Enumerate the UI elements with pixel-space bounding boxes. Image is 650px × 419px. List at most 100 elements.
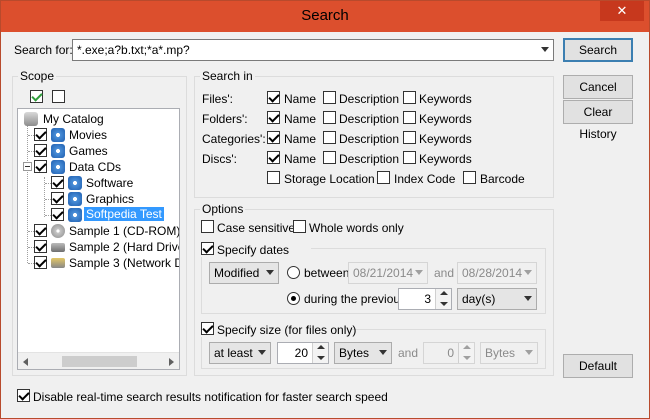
tree-horizontal-scrollbar[interactable] xyxy=(18,352,179,369)
size-max-spinner[interactable]: 0 xyxy=(423,342,475,364)
size-min-unit-select[interactable]: Bytes xyxy=(334,342,392,364)
specify-dates-label: Specify dates xyxy=(217,243,290,257)
specify-dates-header: Specify dates xyxy=(201,241,311,257)
chevron-down-icon[interactable] xyxy=(541,47,549,52)
collapse-icon[interactable] xyxy=(23,162,32,171)
tree-line xyxy=(27,123,28,263)
size-min-value: 20 xyxy=(294,346,308,360)
spin-down-icon[interactable] xyxy=(312,353,328,363)
date-to-value: 08/28/2014 xyxy=(462,266,523,280)
date-to-picker[interactable]: 08/28/2014 xyxy=(457,262,537,284)
folders-description-checkbox[interactable] xyxy=(323,111,336,124)
chevron-down-icon xyxy=(266,270,274,275)
between-radio[interactable] xyxy=(287,266,300,279)
tree-checkbox[interactable] xyxy=(34,160,47,173)
chevron-down-icon xyxy=(415,270,423,275)
spin-down-icon[interactable] xyxy=(435,299,451,309)
realtime-notice-label: Disable real-time search results notific… xyxy=(33,390,388,404)
discs-description-checkbox[interactable] xyxy=(323,151,336,164)
tree-node-label: Sample 1 (CD-ROM) xyxy=(69,224,180,238)
cd-icon xyxy=(68,192,82,206)
scope-select-none-checkbox[interactable] xyxy=(52,90,65,103)
date-and-label: and xyxy=(434,266,455,280)
previous-unit-select[interactable]: day(s) xyxy=(457,288,537,310)
dialog-body: Search for: *.exe;a?b.txt;*a*.mp? Search… xyxy=(8,32,644,413)
discs-name-checkbox[interactable] xyxy=(267,151,280,164)
search-input-value: *.exe;a?b.txt;*a*.mp? xyxy=(77,43,190,57)
categories-name-checkbox[interactable] xyxy=(267,131,280,144)
storage-location-checkbox[interactable] xyxy=(267,171,280,184)
network-drive-icon xyxy=(51,258,65,268)
categories-description-checkbox[interactable] xyxy=(323,131,336,144)
folders-keywords-label: Keywords xyxy=(419,112,472,126)
chevron-down-icon xyxy=(524,296,532,301)
tree-checkbox[interactable] xyxy=(34,224,47,237)
scroll-left-icon[interactable] xyxy=(23,358,28,366)
discs-keywords-checkbox[interactable] xyxy=(403,151,416,164)
search-button[interactable]: Search xyxy=(563,38,633,62)
folders-name-checkbox[interactable] xyxy=(267,111,280,124)
tree-checkbox[interactable] xyxy=(51,208,64,221)
during-previous-radio[interactable] xyxy=(287,292,300,305)
tree-checkbox[interactable] xyxy=(34,144,47,157)
date-mode-select[interactable]: Modified xyxy=(209,262,279,284)
hard-drive-icon xyxy=(51,243,65,252)
realtime-notice-checkbox[interactable] xyxy=(17,389,30,402)
size-min-spinner[interactable]: 20 xyxy=(277,342,329,364)
scope-title: Scope xyxy=(18,69,57,83)
spin-up-icon[interactable] xyxy=(458,343,474,353)
scope-select-all-checkbox[interactable] xyxy=(30,90,43,103)
between-label: between xyxy=(304,266,350,280)
cd-icon xyxy=(51,160,65,174)
spin-up-icon[interactable] xyxy=(312,343,328,353)
default-button[interactable]: Default xyxy=(563,354,633,378)
close-button[interactable]: ✕ xyxy=(600,1,644,21)
scroll-right-icon[interactable] xyxy=(169,358,174,366)
folders-row-label: Folders': xyxy=(202,112,248,126)
tree-node-label: My Catalog xyxy=(43,112,104,126)
scrollbar-thumb[interactable] xyxy=(62,356,137,367)
previous-value-spinner[interactable]: 3 xyxy=(398,288,452,310)
files-description-checkbox[interactable] xyxy=(323,91,336,104)
chevron-down-icon xyxy=(525,350,533,355)
tree-checkbox[interactable] xyxy=(51,176,64,189)
size-comparator-select[interactable]: at least xyxy=(209,342,271,364)
cd-icon xyxy=(68,176,82,190)
scope-tree[interactable]: My Catalog Movies Games Data CDs Softwar… xyxy=(17,108,180,370)
categories-description-label: Description xyxy=(339,132,400,146)
date-from-value: 08/21/2014 xyxy=(353,266,414,280)
specify-size-checkbox[interactable] xyxy=(201,322,214,335)
previous-unit-value: day(s) xyxy=(462,292,496,306)
folders-description-label: Description xyxy=(339,112,400,126)
tree-checkbox[interactable] xyxy=(51,192,64,205)
files-name-checkbox[interactable] xyxy=(267,91,280,104)
folders-keywords-checkbox[interactable] xyxy=(403,111,416,124)
case-sensitive-label: Case sensitive xyxy=(217,221,296,235)
date-from-picker[interactable]: 08/21/2014 xyxy=(348,262,428,284)
cd-icon xyxy=(51,128,65,142)
tree-node-label: Movies xyxy=(69,128,108,142)
case-sensitive-checkbox[interactable] xyxy=(201,220,214,233)
categories-keywords-checkbox[interactable] xyxy=(403,131,416,144)
tree-checkbox[interactable] xyxy=(34,240,47,253)
tree-checkbox[interactable] xyxy=(34,128,47,141)
chevron-down-icon xyxy=(379,350,387,355)
size-max-unit-value: Bytes xyxy=(485,346,516,360)
tree-checkbox[interactable] xyxy=(34,256,47,269)
search-input[interactable]: *.exe;a?b.txt;*a*.mp? xyxy=(72,39,554,61)
during-previous-label: during the previous xyxy=(304,292,407,306)
specify-dates-checkbox[interactable] xyxy=(201,242,214,255)
clear-history-button[interactable]: Clear History xyxy=(563,100,633,141)
size-max-unit-select[interactable]: Bytes xyxy=(480,342,538,364)
cancel-button[interactable]: Cancel xyxy=(563,75,633,99)
cd-icon xyxy=(68,208,82,222)
whole-words-checkbox[interactable] xyxy=(293,220,306,233)
discs-name-label: Name xyxy=(284,152,317,166)
spin-down-icon[interactable] xyxy=(458,353,474,363)
spin-up-icon[interactable] xyxy=(435,289,451,299)
barcode-checkbox[interactable] xyxy=(463,171,476,184)
search-in-title: Search in xyxy=(200,69,255,83)
size-max-value: 0 xyxy=(447,346,454,360)
index-code-checkbox[interactable] xyxy=(377,171,390,184)
files-keywords-checkbox[interactable] xyxy=(403,91,416,104)
